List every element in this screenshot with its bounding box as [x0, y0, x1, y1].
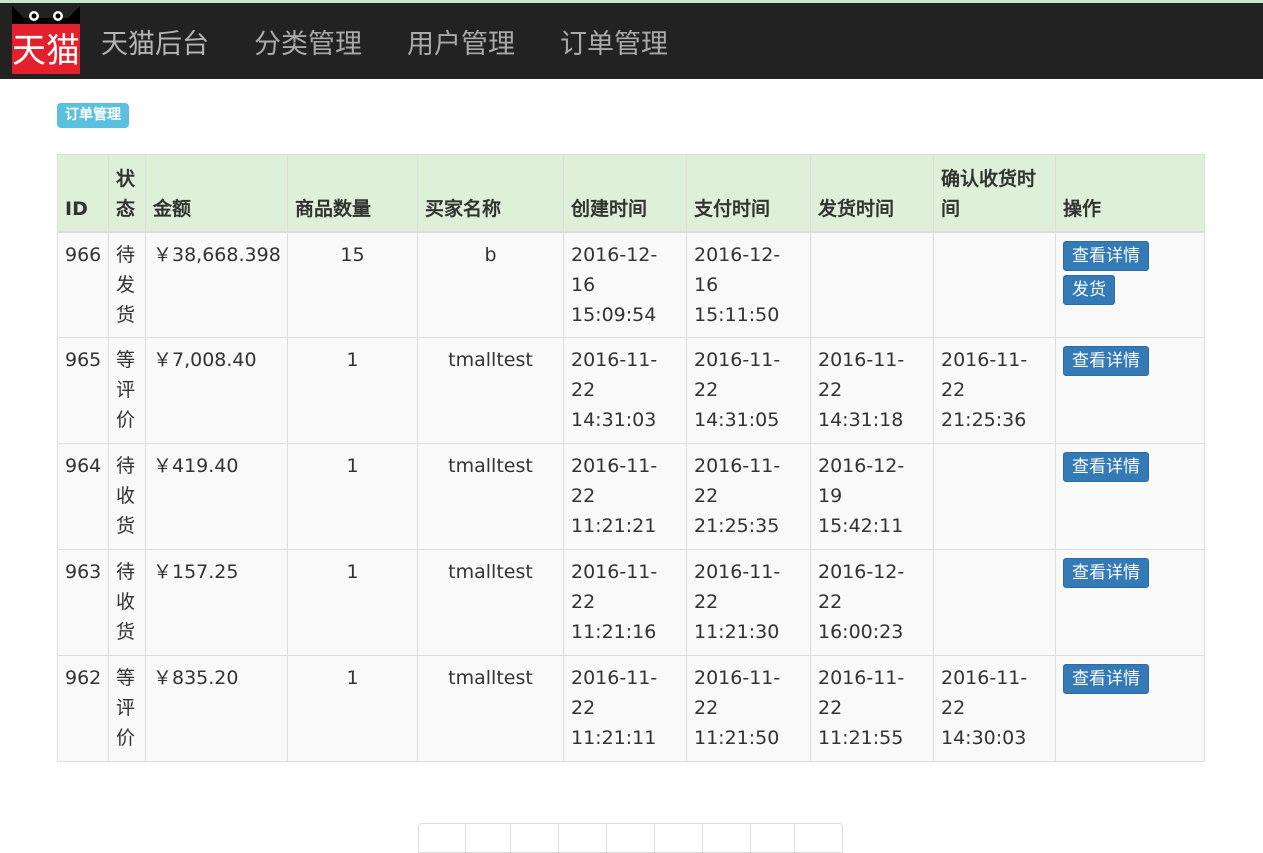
cell-actions: 查看详情 [1055, 549, 1205, 656]
cell-quantity: 1 [287, 337, 418, 444]
header-quantity: 商品数量 [287, 154, 418, 233]
header-id: ID [57, 154, 109, 233]
nav-item-category[interactable]: 分类管理 [254, 22, 362, 61]
orders-table: ID 状态 金额 商品数量 买家名称 创建时间 支付时间 发货时间 确认收货时间… [57, 154, 1205, 762]
pagination-item[interactable] [607, 823, 655, 853]
cell-quantity: 1 [287, 549, 418, 656]
view-details-button[interactable]: 查看详情 [1063, 558, 1149, 588]
cell-created: 2016-12-16 15:09:54 [563, 231, 687, 338]
cell-paid: 2016-12-16 15:11:50 [686, 231, 811, 338]
header-paid: 支付时间 [686, 154, 811, 233]
table-row: 966 待发货 ￥38,668.398 15 b 2016-12-16 15:0… [57, 231, 1205, 338]
pagination-item[interactable] [703, 823, 751, 853]
cell-status: 待收货 [108, 549, 146, 656]
cell-shipped: 2016-11-22 11:21:55 [810, 655, 934, 762]
table-row: 964 待收货 ￥419.40 1 tmalltest 2016-11-22 1… [57, 443, 1205, 550]
header-actions: 操作 [1055, 154, 1205, 233]
ship-button[interactable]: 发货 [1063, 274, 1115, 305]
cell-confirmed [933, 549, 1056, 656]
view-details-button[interactable]: 查看详情 [1063, 346, 1149, 376]
main-nav: 天猫后台 分类管理 用户管理 订单管理 [101, 3, 713, 79]
cell-id: 965 [57, 337, 109, 444]
cell-shipped [810, 231, 934, 338]
cell-id: 964 [57, 443, 109, 550]
tmall-logo[interactable]: 天猫 [12, 6, 80, 74]
cell-shipped: 2016-12-19 15:42:11 [810, 443, 934, 550]
nav-item-user[interactable]: 用户管理 [407, 22, 515, 61]
cell-quantity: 1 [287, 655, 418, 762]
header-created: 创建时间 [563, 154, 687, 233]
cell-confirmed [933, 231, 1056, 338]
pagination-item[interactable] [795, 823, 843, 853]
pagination-item[interactable] [751, 823, 795, 853]
cell-id: 963 [57, 549, 109, 656]
cell-id: 966 [57, 231, 109, 338]
cell-paid: 2016-11-22 21:25:35 [686, 443, 811, 550]
table-row: 962 等评价 ￥835.20 1 tmalltest 2016-11-22 1… [57, 655, 1205, 762]
cell-buyer: b [417, 231, 564, 338]
cell-created: 2016-11-22 11:21:21 [563, 443, 687, 550]
pagination-item[interactable] [655, 823, 703, 853]
cell-status: 待发货 [108, 231, 146, 338]
cell-created: 2016-11-22 14:31:03 [563, 337, 687, 444]
pagination-item[interactable] [559, 823, 607, 853]
cell-buyer: tmalltest [417, 549, 564, 656]
cell-actions: 查看详情 [1055, 443, 1205, 550]
cell-paid: 2016-11-22 11:21:30 [686, 549, 811, 656]
cell-quantity: 15 [287, 231, 418, 338]
cell-amount: ￥7,008.40 [145, 337, 288, 444]
top-navbar: 天猫 天猫后台 分类管理 用户管理 订单管理 [0, 0, 1263, 79]
cell-status: 等评价 [108, 655, 146, 762]
header-status: 状态 [108, 154, 146, 233]
cell-actions: 查看详情 [1055, 655, 1205, 762]
cell-paid: 2016-11-22 11:21:50 [686, 655, 811, 762]
cell-amount: ￥38,668.398 [145, 231, 288, 338]
nav-brand[interactable]: 天猫后台 [101, 22, 209, 61]
cell-created: 2016-11-22 11:21:11 [563, 655, 687, 762]
view-details-button[interactable]: 查看详情 [1063, 664, 1149, 694]
header-amount: 金额 [145, 154, 288, 233]
cell-buyer: tmalltest [417, 337, 564, 444]
cell-shipped: 2016-12-22 16:00:23 [810, 549, 934, 656]
cell-confirmed [933, 443, 1056, 550]
cell-id: 962 [57, 655, 109, 762]
cell-buyer: tmalltest [417, 443, 564, 550]
view-details-button[interactable]: 查看详情 [1063, 240, 1149, 271]
cell-shipped: 2016-11-22 14:31:18 [810, 337, 934, 444]
table-header-row: ID 状态 金额 商品数量 买家名称 创建时间 支付时间 发货时间 确认收货时间… [57, 154, 1205, 233]
cell-quantity: 1 [287, 443, 418, 550]
cell-status: 等评价 [108, 337, 146, 444]
pagination-item[interactable] [511, 823, 559, 853]
header-buyer: 买家名称 [417, 154, 564, 233]
view-details-button[interactable]: 查看详情 [1063, 452, 1149, 482]
table-row: 965 等评价 ￥7,008.40 1 tmalltest 2016-11-22… [57, 337, 1205, 444]
header-confirmed: 确认收货时间 [933, 154, 1056, 233]
cell-amount: ￥419.40 [145, 443, 288, 550]
cell-paid: 2016-11-22 14:31:05 [686, 337, 811, 444]
cell-status: 待收货 [108, 443, 146, 550]
cell-actions: 查看详情 [1055, 337, 1205, 444]
cell-created: 2016-11-22 11:21:16 [563, 549, 687, 656]
cell-confirmed: 2016-11-22 14:30:03 [933, 655, 1056, 762]
cell-amount: ￥835.20 [145, 655, 288, 762]
pagination-item[interactable] [418, 823, 466, 853]
cell-buyer: tmalltest [417, 655, 564, 762]
cell-confirmed: 2016-11-22 21:25:36 [933, 337, 1056, 444]
cell-amount: ￥157.25 [145, 549, 288, 656]
table-row: 963 待收货 ￥157.25 1 tmalltest 2016-11-22 1… [57, 549, 1205, 656]
logo-text: 天猫 [12, 31, 80, 71]
header-shipped: 发货时间 [810, 154, 934, 233]
pagination [418, 823, 843, 853]
nav-item-order[interactable]: 订单管理 [560, 22, 668, 61]
page-label: 订单管理 [57, 103, 129, 128]
pagination-item[interactable] [466, 823, 511, 853]
cell-actions: 查看详情 发货 [1055, 231, 1205, 338]
